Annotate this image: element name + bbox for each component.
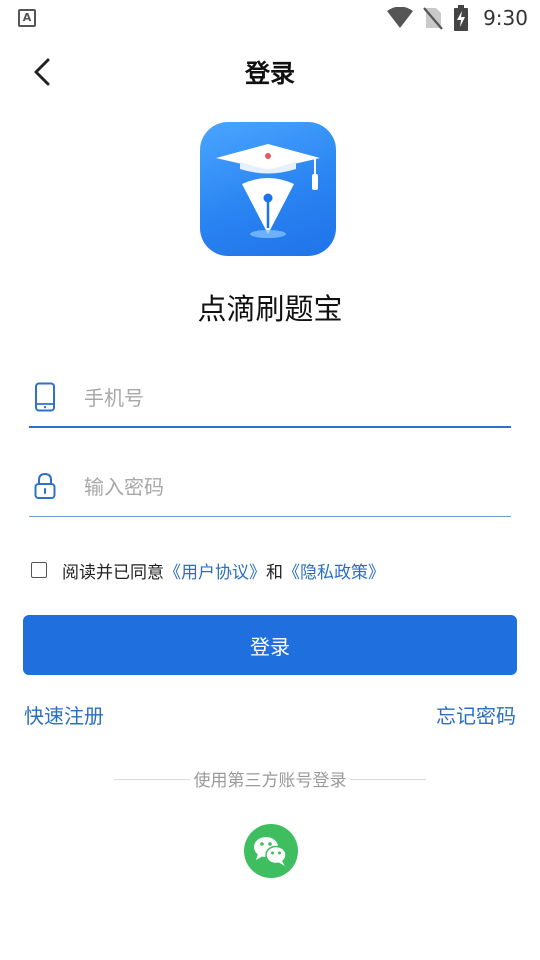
divider-line-right xyxy=(350,779,426,780)
status-icons: 9:30 xyxy=(387,5,528,31)
register-link[interactable]: 快速注册 xyxy=(24,700,104,729)
third-party-divider: 使用第三方账号登录 xyxy=(114,766,426,792)
privacy-policy-link[interactable]: 《隐私政策》 xyxy=(283,563,385,583)
lock-icon xyxy=(34,472,56,499)
password-input[interactable] xyxy=(84,467,504,507)
login-button[interactable]: 登录 xyxy=(23,615,517,675)
agreement-prefix: 阅读并已同意 xyxy=(62,562,164,583)
forgot-password-link[interactable]: 忘记密码 xyxy=(436,700,516,729)
battery-charging-icon xyxy=(454,5,469,31)
agree-checkbox[interactable] xyxy=(31,562,47,578)
status-time: 9:30 xyxy=(483,6,528,30)
agreement-connector: 和 xyxy=(266,562,283,583)
agreement-text: 阅读并已同意《用户协议》和《隐私政策》 xyxy=(62,558,385,583)
phone-input[interactable] xyxy=(84,378,504,418)
graduation-cap-pen-icon xyxy=(216,144,320,238)
wechat-login-button[interactable] xyxy=(244,824,298,878)
user-agreement-link[interactable]: 《用户协议》 xyxy=(164,563,266,583)
agreement-row: 阅读并已同意《用户协议》和《隐私政策》 xyxy=(31,558,385,583)
app-logo xyxy=(200,122,336,256)
page-title: 登录 xyxy=(244,59,295,88)
no-sim-icon xyxy=(423,7,443,30)
notification-a-icon: A xyxy=(18,9,36,27)
status-bar: A 9:30 xyxy=(0,0,540,36)
login-screen: A 9:30 登录 点滴刷题宝 手机号 阅读并已同意《用户协议》和《隐私政策》 … xyxy=(0,0,540,960)
header: 登录 xyxy=(0,40,540,104)
wechat-icon xyxy=(254,837,287,866)
app-name: 点滴刷题宝 xyxy=(197,292,343,326)
password-field xyxy=(29,457,511,517)
phone-icon xyxy=(35,382,55,412)
wifi-icon xyxy=(387,7,414,28)
phone-field xyxy=(29,368,511,428)
